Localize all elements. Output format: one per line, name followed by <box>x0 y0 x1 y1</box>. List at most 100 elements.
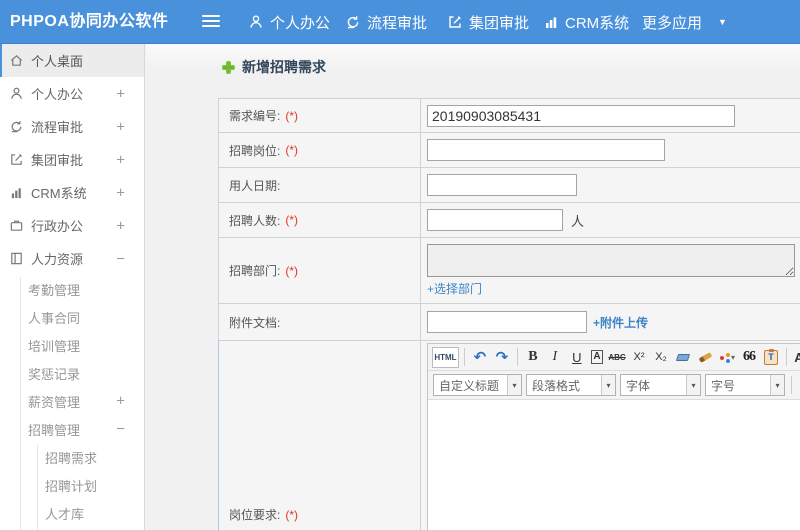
topnav-group-approval[interactable]: 集团审批 <box>447 0 529 44</box>
sidebar-item-label: 行政办公 <box>31 219 84 234</box>
attachment-input[interactable] <box>427 311 587 333</box>
sidebar-item-label: 招聘需求 <box>45 450 98 466</box>
department-textarea[interactable] <box>427 244 795 277</box>
expand-icon[interactable]: + <box>116 393 125 410</box>
field-label: 岗位要求: <box>229 508 281 522</box>
user-icon <box>248 14 264 30</box>
topnav-more-apps[interactable]: 更多应用 ▼ <box>642 0 727 44</box>
editor-font-size-select[interactable]: 字号 ▾ <box>705 374 785 396</box>
expand-icon[interactable]: + <box>116 118 125 135</box>
sidebar-item-recruitment-mgmt[interactable]: 招聘管理 − <box>0 415 144 443</box>
expand-icon[interactable]: + <box>116 217 125 234</box>
caret-down-icon: ▾ <box>730 352 735 362</box>
edit-square-icon <box>9 152 24 167</box>
collapse-icon[interactable]: − <box>116 421 125 438</box>
bar-chart-icon <box>543 14 559 30</box>
headcount-input[interactable] <box>427 209 563 231</box>
topnav-crm-system[interactable]: CRM系统 <box>543 0 629 44</box>
sidebar-item-attendance-mgmt[interactable]: 考勤管理 <box>0 275 144 303</box>
editor-font-family-select[interactable]: 字体 ▾ <box>620 374 701 396</box>
demand-no-input[interactable] <box>427 104 735 127</box>
sidebar-item-personnel-contract[interactable]: 人事合同 <box>0 303 144 331</box>
sidebar-item-label: 奖惩记录 <box>28 366 81 382</box>
chevron-down-icon: ▾ <box>770 375 784 395</box>
sidebar-item-recruitment-plan[interactable]: 招聘计划 <box>0 471 144 499</box>
editor-superscript-button[interactable]: X² <box>629 347 649 368</box>
topnav-label: 集团审批 <box>469 14 530 32</box>
editor-border-text-button[interactable]: A <box>590 350 603 364</box>
workflow-icon <box>345 14 361 30</box>
editor-bold-button[interactable]: B <box>523 347 543 368</box>
chevron-down-icon: ▾ <box>507 375 521 395</box>
topnav-label: 个人办公 <box>270 14 331 32</box>
editor-format-painter-button[interactable] <box>695 347 715 368</box>
editor-highlight-color-button[interactable]: ▾ <box>717 347 737 368</box>
sidebar-item-human-resources[interactable]: 人力资源 − <box>0 242 144 275</box>
sidebar-item-label: 个人办公 <box>31 87 84 102</box>
editor-remove-format-button[interactable] <box>673 347 693 368</box>
editor-underline-button[interactable]: U <box>567 347 587 368</box>
editor-redo-button[interactable]: ↷ <box>492 347 512 368</box>
workflow-icon <box>9 119 24 134</box>
form-row-headcount: 招聘人数: (*) 人 <box>219 203 800 238</box>
sidebar-item-label: 个人桌面 <box>31 54 84 69</box>
editor-italic-button[interactable]: I <box>545 347 565 368</box>
collapse-icon[interactable]: − <box>116 250 125 267</box>
editor-undo-button[interactable]: ↶ <box>470 347 490 368</box>
menu-toggle-icon[interactable] <box>202 15 220 29</box>
position-input[interactable] <box>427 139 665 161</box>
sidebar-item-talent-pool[interactable]: 人才库 <box>0 499 144 527</box>
field-label: 附件文档: <box>229 315 281 330</box>
eraser-icon <box>675 353 691 361</box>
sidebar: 个人桌面 个人办公 + 流程审批 + 集团审批 + CRM系统 + 行政办公 +… <box>0 44 145 530</box>
sidebar-item-training-mgmt[interactable]: 培训管理 <box>0 331 144 359</box>
sidebar-item-group-approval[interactable]: 集团审批 + <box>0 143 144 176</box>
editor-font-color-button[interactable]: A ▾ <box>792 347 800 368</box>
field-label: 需求编号: <box>229 109 281 123</box>
editor-content-area[interactable] <box>428 400 800 530</box>
bar-chart-icon <box>9 185 24 200</box>
editor-blockquote-button[interactable]: 66 <box>739 347 759 368</box>
toolbar-separator <box>516 348 518 366</box>
unit-label: 人 <box>571 213 585 229</box>
expand-icon[interactable]: + <box>116 85 125 102</box>
expand-icon[interactable]: + <box>116 151 125 168</box>
sidebar-item-reward-punishment[interactable]: 奖惩记录 <box>0 359 144 387</box>
book-icon <box>9 251 24 266</box>
editor-paragraph-format-select[interactable]: 段落格式 ▾ <box>526 374 616 396</box>
sidebar-item-crm-system[interactable]: CRM系统 + <box>0 176 144 209</box>
form-row-department: 招聘部门: (*) +选择部门 <box>219 238 800 304</box>
required-mark: (*) <box>285 213 299 227</box>
sidebar-item-personal-office[interactable]: 个人办公 + <box>0 77 144 110</box>
editor-custom-heading-select[interactable]: 自定义标题 ▾ <box>433 374 522 396</box>
editor-html-source-button[interactable]: HTML <box>432 346 459 368</box>
field-label: 用人日期: <box>229 178 281 193</box>
sidebar-item-recruitment-demand[interactable]: 招聘需求 <box>0 443 144 471</box>
sidebar-item-personal-desktop[interactable]: 个人桌面 <box>0 44 144 77</box>
sidebar-item-label: 招聘计划 <box>45 478 98 494</box>
editor-paste-text-button[interactable]: T <box>761 347 781 368</box>
topnav-personal-office[interactable]: 个人办公 <box>248 0 330 44</box>
form-row-job-requirements: 岗位要求: (*) HTML ↶ ↷ B I U A ABC X² X₂ ▾ 6… <box>218 341 800 530</box>
edit-square-icon <box>447 14 463 30</box>
topnav-workflow-approval[interactable]: 流程审批 <box>345 0 427 44</box>
app-window: PHPOA协同办公软件 个人办公 流程审批 集团审批 CRM系统 更多应用 ▼ … <box>0 0 800 530</box>
form-row-hire-date: 用人日期: <box>219 168 800 203</box>
sidebar-item-label: 薪资管理 <box>28 394 81 410</box>
sidebar-item-admin-office[interactable]: 行政办公 + <box>0 209 144 242</box>
sidebar-item-label: 人力资源 <box>31 252 84 267</box>
editor-subscript-button[interactable]: X₂ <box>651 347 671 368</box>
attachment-upload-link[interactable]: +附件上传 <box>593 314 648 331</box>
topnav-label: 更多应用 <box>642 14 703 32</box>
user-icon <box>9 86 24 101</box>
select-department-link[interactable]: +选择部门 <box>427 280 482 297</box>
editor-strikethrough-button[interactable]: ABC <box>607 347 627 368</box>
form-row-position: 招聘岗位: (*) <box>219 133 800 168</box>
hire-date-input[interactable] <box>427 174 577 196</box>
sidebar-hr-submenu: 考勤管理 人事合同 培训管理 奖惩记录 薪资管理 + 招聘管理 − 招聘需求 招… <box>0 275 144 530</box>
sidebar-item-salary-mgmt[interactable]: 薪资管理 + <box>0 387 144 415</box>
sidebar-item-workflow-approval[interactable]: 流程审批 + <box>0 110 144 143</box>
toolbar-separator <box>791 376 792 394</box>
expand-icon[interactable]: + <box>116 184 125 201</box>
form-row-demand-no: 需求编号: (*) <box>219 99 800 133</box>
